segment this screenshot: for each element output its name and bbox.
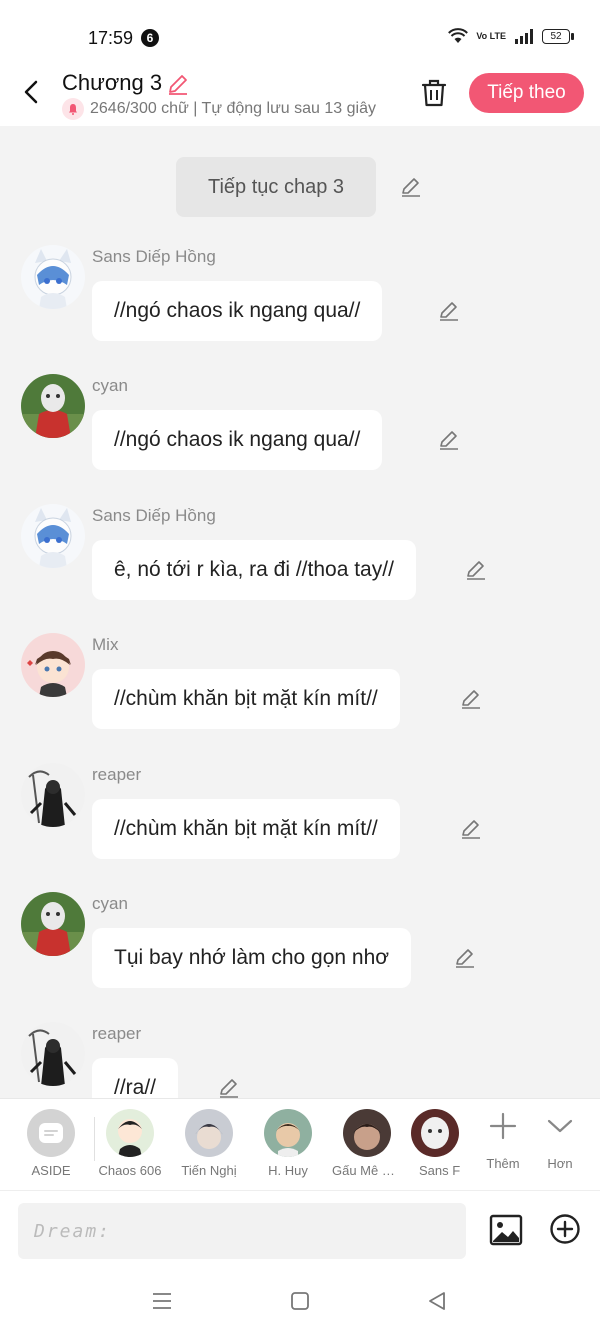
home-icon[interactable] — [289, 1290, 311, 1312]
battery-icon: 52 — [542, 28, 574, 44]
character-chip-label: Sans F — [419, 1163, 461, 1178]
signal-icon — [515, 28, 533, 44]
cyan-avatar[interactable] — [21, 374, 85, 438]
composer — [0, 1190, 600, 1271]
more-characters-button[interactable]: Hơn — [535, 1111, 585, 1171]
plus-icon — [489, 1112, 517, 1140]
notification-badge: 6 — [141, 29, 159, 47]
back-nav-icon[interactable] — [426, 1290, 448, 1312]
tien-nghi-avatar — [185, 1109, 233, 1157]
volte-icon: Vo LTE — [476, 30, 506, 41]
character-chip-label: Chaos 606 — [98, 1163, 162, 1178]
character-chip-tien-nghi[interactable]: Tiến Nghị — [174, 1109, 244, 1178]
character-chip-gau-me[interactable]: Gấu Mê M... — [332, 1109, 402, 1178]
story-chat-area: Tiếp tục chap 3 Sans Diếp Hồng //ngó cha… — [0, 126, 600, 1098]
wifi-icon — [448, 28, 469, 43]
character-name: reaper — [92, 765, 142, 784]
chaos-avatar — [106, 1109, 154, 1157]
more-label: Hơn — [547, 1156, 573, 1171]
character-name: reaper — [92, 1024, 142, 1043]
message-bubble[interactable]: //ngó chaos ik ngang qua// — [92, 281, 383, 341]
system-icons: Vo LTE 52 — [448, 28, 574, 44]
character-name: Mix — [92, 635, 119, 654]
edit-message-icon[interactable] — [459, 817, 483, 841]
add-label: Thêm — [486, 1156, 520, 1171]
word-count-text: 2646/300 chữ | Tự động lưu sau 13 giây — [90, 100, 376, 117]
clock: 17:59 — [88, 28, 134, 48]
character-chip-aside[interactable]: ASIDE — [16, 1109, 86, 1178]
character-chip-label: H. Huy — [268, 1163, 308, 1178]
bell-icon — [62, 98, 84, 120]
message-bubble[interactable]: Tụi bay nhớ làm cho gọn nhơ — [92, 928, 412, 988]
edit-message-icon[interactable] — [453, 946, 477, 970]
character-name: Sans Diếp Hồng — [92, 247, 216, 266]
character-chip-sans[interactable]: Sans F — [411, 1109, 461, 1178]
cyan-avatar[interactable] — [21, 892, 85, 956]
character-name: Sans Diếp Hồng — [92, 506, 216, 525]
edit-message-icon[interactable] — [217, 1076, 241, 1098]
sans-avatar[interactable] — [21, 504, 85, 568]
message-bubble[interactable]: //chùm khăn bịt mặt kín mít// — [92, 799, 400, 859]
message-bubble[interactable]: //ngó chaos ik ngang qua// — [92, 410, 383, 470]
system-navigation-bar — [0, 1270, 600, 1333]
narration-bubble[interactable]: Tiếp tục chap 3 — [176, 157, 376, 217]
chevron-down-icon — [547, 1119, 573, 1133]
character-chip-chaos[interactable]: Chaos 606 — [95, 1109, 165, 1178]
reaper-avatar[interactable] — [21, 763, 85, 827]
add-character-button[interactable]: Thêm — [478, 1111, 528, 1171]
character-name: cyan — [92, 894, 128, 913]
character-chip-label: Gấu Mê M... — [332, 1163, 402, 1178]
edit-narration-icon[interactable] — [399, 175, 423, 199]
back-icon[interactable] — [18, 78, 46, 106]
sans-avatar[interactable] — [21, 245, 85, 309]
character-name: cyan — [92, 376, 128, 395]
chapter-title: Chương 3 — [62, 70, 163, 95]
menu-icon[interactable] — [151, 1290, 173, 1312]
trash-icon[interactable] — [420, 78, 448, 108]
add-circle-icon[interactable] — [549, 1213, 581, 1245]
sans-chip-avatar — [411, 1109, 459, 1157]
edit-message-icon[interactable] — [464, 558, 488, 582]
gau-me-avatar — [343, 1109, 391, 1157]
status-bar: 17:59 6 Vo LTE 52 — [0, 0, 600, 62]
character-chip-h-huy[interactable]: H. Huy — [253, 1109, 323, 1178]
message-bubble[interactable]: //ra// — [92, 1058, 179, 1098]
h-huy-avatar — [264, 1109, 312, 1157]
reaper-avatar[interactable] — [21, 1022, 85, 1086]
edit-message-icon[interactable] — [459, 687, 483, 711]
image-icon[interactable] — [489, 1213, 523, 1247]
edit-message-icon[interactable] — [437, 428, 461, 452]
message-bubble[interactable]: ê, nó tới r kìa, ra đi //thoa tay// — [92, 540, 416, 600]
chapter-header: Chương 3 2646/300 chữ | Tự động lưu sau … — [0, 62, 600, 126]
character-chip-label: Tiến Nghị — [181, 1163, 237, 1178]
aside-icon — [27, 1109, 75, 1157]
next-button[interactable]: Tiếp theo — [469, 73, 584, 113]
message-bubble[interactable]: //chùm khăn bịt mặt kín mít// — [92, 669, 400, 729]
word-count-status: 2646/300 chữ | Tự động lưu sau 13 giây — [62, 98, 398, 120]
edit-title-icon[interactable] — [166, 72, 190, 96]
character-selector: ASIDE Chaos 606 Tiến Nghị H. Huy Gấu Mê … — [0, 1098, 600, 1191]
dialogue-input[interactable] — [18, 1203, 466, 1259]
character-chip-label: ASIDE — [31, 1163, 71, 1178]
mix-avatar[interactable] — [21, 633, 85, 697]
edit-message-icon[interactable] — [437, 299, 461, 323]
